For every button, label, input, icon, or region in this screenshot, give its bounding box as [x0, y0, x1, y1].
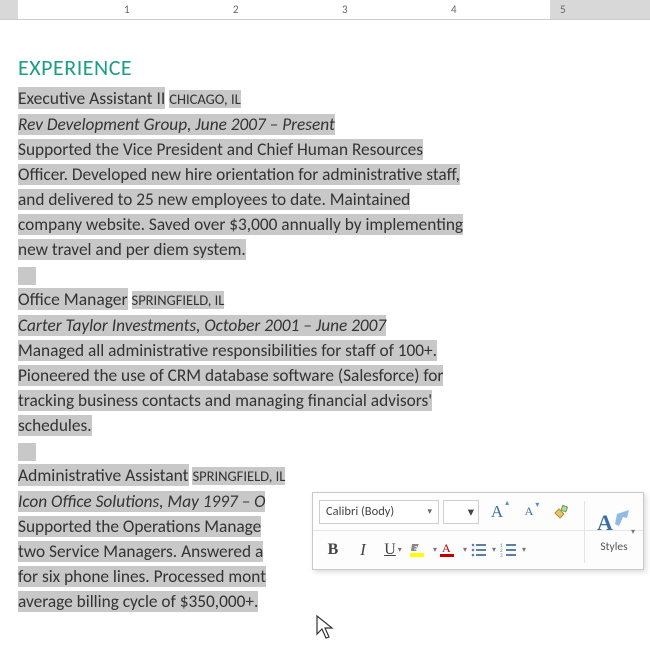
font-name-value: Calibri (Body)	[326, 504, 394, 519]
job-body-line: company website. Saved over $3,000 annua…	[18, 214, 463, 235]
job-company-line: Rev Development Group, June 2007 – Prese…	[18, 112, 632, 137]
numbering-button[interactable]: 1 2 3 ▾	[499, 536, 527, 564]
job-block: Office Manager SPRINGFIELD, IL Carter Ta…	[18, 287, 632, 438]
ruler-num-5: 5	[560, 3, 566, 16]
svg-text:A: A	[597, 510, 613, 535]
job-body-line: schedules.	[18, 415, 92, 436]
job-body-line: Officer. Developed new hire orientation …	[18, 164, 460, 185]
job-body-line: Supported the Operations Manage	[18, 516, 261, 537]
shrink-font-icon: A▾	[525, 504, 534, 519]
bold-icon: B	[328, 541, 339, 559]
grow-font-button[interactable]: A▴	[483, 498, 511, 526]
numbering-icon: 1 2 3	[500, 542, 520, 558]
job-body-line: average billing cycle of $350,000+.	[18, 591, 258, 612]
grow-font-icon: A▴	[491, 502, 503, 522]
job-location: SPRINGFIELD, IL	[192, 467, 285, 485]
ruler-num-1: 1	[124, 3, 130, 16]
format-painter-icon	[552, 503, 570, 521]
job-body-line: new travel and per diem system.	[18, 239, 246, 260]
job-body-line: and delivered to 25 new employees to dat…	[18, 189, 410, 210]
svg-text:3: 3	[500, 553, 503, 558]
underline-button[interactable]: U▾	[379, 536, 407, 564]
chevron-down-icon: ▾	[427, 506, 432, 517]
shrink-font-button[interactable]: A▾	[515, 498, 543, 526]
toolbar-divider	[584, 501, 585, 563]
chevron-down-icon: ▾	[463, 545, 467, 555]
job-company-line: Carter Taylor Investments, October 2001 …	[18, 313, 632, 338]
job-location: CHICAGO, IL	[169, 90, 241, 108]
svg-text:A: A	[442, 541, 451, 555]
job-body-line: tracking business contacts and managing …	[18, 390, 432, 411]
job-body-line: Pioneered the use of CRM database softwa…	[18, 365, 443, 386]
cursor-icon	[315, 614, 335, 640]
ruler-margin-left	[0, 0, 18, 19]
font-color-icon: A	[439, 541, 461, 559]
underline-icon: U	[384, 541, 396, 559]
job-title-line: Office Manager SPRINGFIELD, IL	[18, 287, 632, 313]
job-body-line: for six phone lines. Processed mont	[18, 566, 266, 587]
format-painter-button[interactable]	[547, 498, 575, 526]
highlight-button[interactable]: ab ▾	[409, 536, 437, 564]
styles-icon: A	[597, 508, 631, 538]
job-title: Executive Assistant II	[18, 87, 165, 109]
bold-button[interactable]: B	[319, 536, 347, 564]
highlight-icon: ab	[409, 541, 431, 559]
chevron-down-icon: ▾	[468, 504, 474, 520]
bullets-icon	[470, 542, 490, 558]
mini-toolbar[interactable]: Calibri (Body) ▾ ▾ A▴ A▾ B I U▾ ab	[312, 492, 644, 570]
ruler-inner: 1 2 3 4 5	[0, 0, 650, 19]
chevron-down-icon: ▾	[492, 545, 496, 555]
job-location: SPRINGFIELD, IL	[132, 291, 225, 309]
chevron-down-icon: ▾	[398, 545, 402, 555]
styles-label: Styles	[600, 540, 627, 554]
job-body-line: Managed all administrative responsibilit…	[18, 340, 437, 361]
font-name-selector[interactable]: Calibri (Body) ▾	[319, 500, 439, 524]
ruler-num-4: 4	[451, 3, 457, 16]
job-body-line: two Service Managers. Answered a	[18, 541, 263, 562]
job-body-line: Supported the Vice President and Chief H…	[18, 139, 423, 160]
italic-icon: I	[360, 540, 366, 560]
section-heading-experience: EXPERIENCE	[18, 55, 632, 80]
job-block: Executive Assistant II CHICAGO, IL Rev D…	[18, 86, 632, 262]
selection-empty-line	[18, 443, 36, 461]
ruler[interactable]: 1 2 3 4 5	[0, 0, 650, 20]
chevron-down-icon: ▾	[522, 545, 526, 555]
job-title-line: Executive Assistant II CHICAGO, IL	[18, 86, 632, 112]
font-size-selector[interactable]: ▾	[443, 500, 479, 524]
chevron-down-icon: ▾	[433, 545, 437, 555]
selection-empty-line	[18, 267, 36, 285]
styles-button[interactable]: A ▾ Styles	[589, 497, 639, 565]
ruler-num-3: 3	[342, 3, 348, 16]
job-title: Office Manager	[18, 288, 128, 310]
ruler-num-2: 2	[233, 3, 239, 16]
job-title-line: Administrative Assistant SPRINGFIELD, IL	[18, 463, 632, 489]
font-color-button[interactable]: A ▾	[439, 536, 467, 564]
svg-text:ab: ab	[414, 543, 422, 553]
bullets-button[interactable]: ▾	[469, 536, 497, 564]
italic-button[interactable]: I	[349, 536, 377, 564]
job-title: Administrative Assistant	[18, 464, 189, 486]
chevron-down-icon: ▾	[631, 527, 635, 537]
